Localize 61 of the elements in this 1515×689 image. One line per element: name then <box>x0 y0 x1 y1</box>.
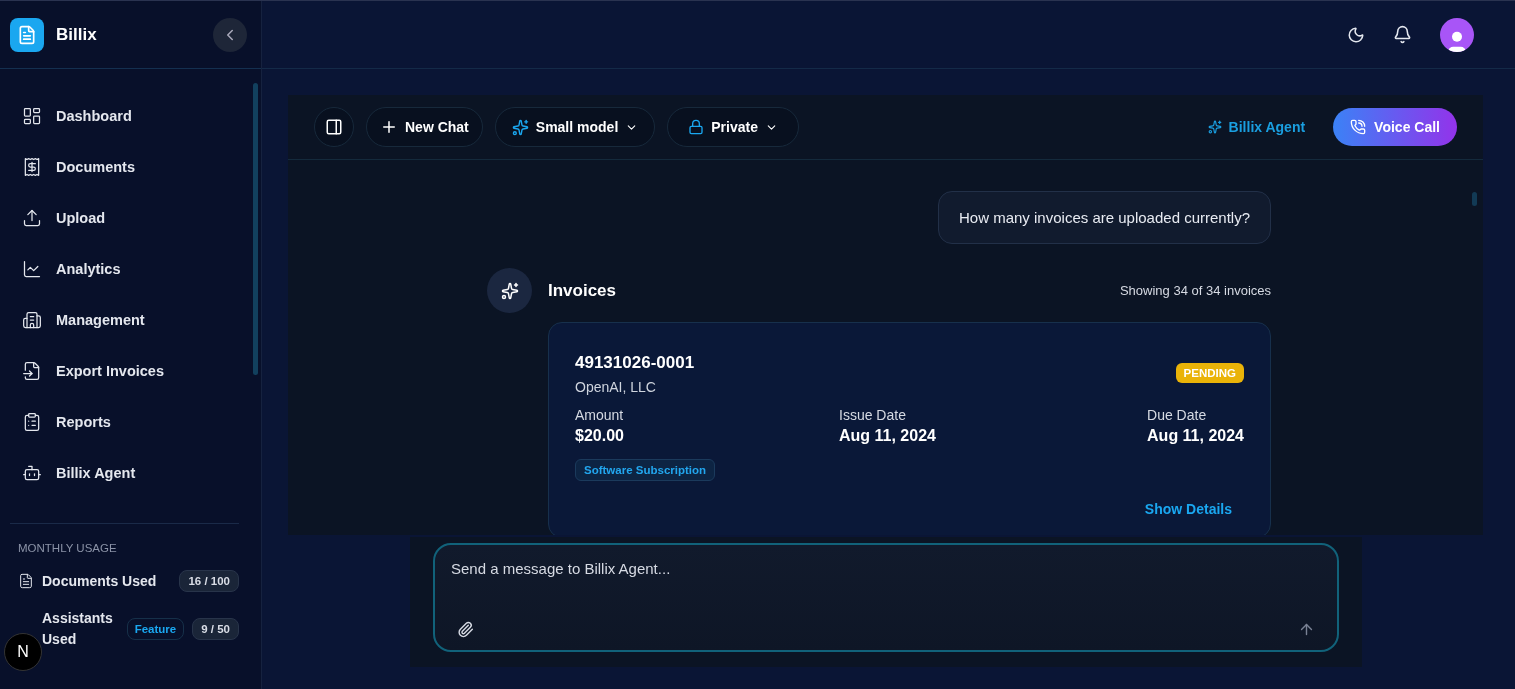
nav-item[interactable]: Management <box>20 297 240 343</box>
new-chat-button[interactable]: New Chat <box>366 107 483 147</box>
receipt-icon <box>22 157 42 177</box>
scrollbar-thumb[interactable] <box>1472 192 1477 206</box>
bell-icon[interactable] <box>1393 25 1412 44</box>
phone-icon <box>1350 119 1367 135</box>
field-value: $20.00 <box>575 427 625 445</box>
sparkle-icon <box>487 268 532 313</box>
field-value: Aug 11, 2024 <box>839 427 937 445</box>
field-label: Due Date <box>1147 407 1208 423</box>
nav-item[interactable]: Export Invoices <box>20 348 240 394</box>
avatar[interactable] <box>1440 17 1474 52</box>
grid-icon <box>22 106 42 126</box>
nav-item[interactable]: Documents <box>20 144 240 190</box>
send-icon[interactable] <box>1298 621 1315 638</box>
feature-tag: Feature <box>126 618 185 640</box>
voice-call-button[interactable]: Voice Call <box>1333 108 1457 146</box>
nav-item[interactable]: Dashboard <box>20 93 240 139</box>
nav-item[interactable]: Analytics <box>20 246 240 292</box>
building-icon <box>22 310 42 330</box>
agent-link[interactable]: Billix Agent <box>1207 119 1306 135</box>
paperclip-icon[interactable] <box>457 621 474 638</box>
sparkle-icon <box>1207 120 1222 134</box>
field-value: Aug 11, 2024 <box>1147 427 1244 445</box>
usage-count: 9 / 50 <box>192 618 239 640</box>
vendor-name: OpenAI, LLC <box>575 379 657 395</box>
lock-icon <box>688 119 705 135</box>
usage-count: 16 / 100 <box>179 570 239 592</box>
robot-icon <box>22 463 42 483</box>
brand-name: Billix <box>56 24 98 45</box>
invoice-number: 49131026-0001 <box>575 353 695 373</box>
nav-item[interactable]: Reports <box>20 399 240 445</box>
dev-tools-button[interactable]: N <box>4 633 42 671</box>
section-heading: MONTHLY USAGE <box>18 542 118 554</box>
plus-icon <box>380 118 398 136</box>
upload-icon <box>22 208 42 228</box>
category-tag: Software Subscription <box>575 459 716 481</box>
sparkle-icon <box>511 118 529 136</box>
result-title: Invoices <box>548 280 618 301</box>
moon-icon[interactable] <box>1347 25 1365 44</box>
panel-icon <box>325 118 343 136</box>
file-arrow-icon <box>22 361 42 381</box>
status-badge: PENDING <box>1175 363 1244 383</box>
sidebar-toggle-button[interactable] <box>314 107 354 147</box>
nav-item[interactable]: Upload <box>20 195 240 241</box>
field-label: Amount <box>575 407 625 423</box>
result-summary: Showing 34 of 34 invoices <box>1119 283 1271 298</box>
model-selector[interactable]: Small model <box>494 107 656 147</box>
usage-label: Documents Used <box>42 571 158 591</box>
scrollbar-thumb[interactable] <box>253 83 258 375</box>
usage-label: Assistants Used <box>42 609 114 649</box>
show-details-link[interactable]: Show Details <box>575 501 1232 517</box>
message-input[interactable]: Send a message to Billix Agent... <box>449 559 1323 578</box>
user-message: How many invoices are uploaded currently? <box>938 191 1271 244</box>
visibility-selector[interactable]: Private <box>667 107 799 147</box>
logo-icon <box>10 17 44 52</box>
document-icon <box>18 573 34 589</box>
nav-item[interactable]: Billix Agent <box>20 450 240 496</box>
line-chart-icon <box>22 259 42 279</box>
clipboard-icon <box>22 412 42 432</box>
field-label: Issue Date <box>839 407 907 423</box>
